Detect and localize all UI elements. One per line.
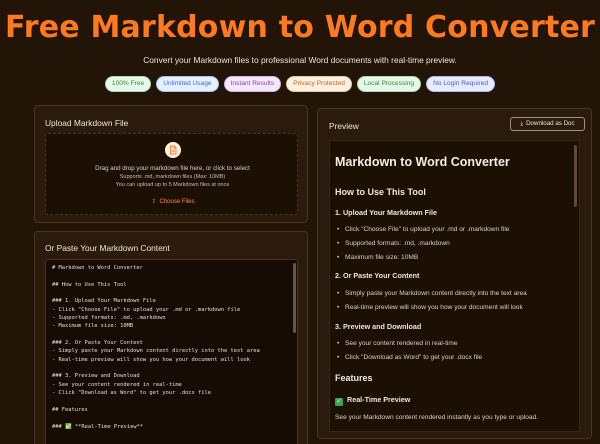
dropzone-instructions: Drag and drop your markdown file here, o…: [95, 165, 250, 172]
dropzone-supported-formats: Supports .md,.markdown files (Max: 10MB): [119, 174, 226, 180]
badge-free: 100% Free: [104, 76, 152, 92]
check-icon: ✓: [335, 398, 343, 406]
markdown-editor[interactable]: # Markdown to Word Converter ## How to Us…: [45, 259, 298, 444]
editor-line: - See your content rendered in real-time: [52, 381, 182, 388]
preview-heading-1: Markdown to Word Converter: [335, 155, 510, 169]
preview-list-item: Maximum file size: 10MB: [337, 254, 418, 261]
preview-list-item: Supported formats: .md, .markdown: [337, 240, 450, 247]
editor-content: # Markdown to Word Converter ## How to Us…: [46, 260, 297, 431]
editor-line: - Supported formats: .md, .markdown: [52, 315, 166, 322]
editor-scrollbar[interactable]: [293, 263, 296, 333]
badge-unlimited: Unlimited Usage: [156, 76, 219, 92]
file-dropzone[interactable]: Drag and drop your markdown file here, o…: [45, 133, 298, 215]
preview-pane[interactable]: Markdown to Word Converter How to Use Th…: [329, 140, 580, 432]
choose-files-button[interactable]: ⇪ Choose Files: [150, 197, 196, 208]
upload-card: Upload Markdown File Drag and drop your …: [34, 105, 308, 223]
preview-title: Preview: [329, 121, 359, 131]
preview-card: Preview ⤓ Download as Doc Markdown to Wor…: [317, 108, 592, 439]
feature-badges: 100% Free Unlimited Usage Instant Result…: [0, 76, 600, 92]
page: Free Markdown to Word Converter Convert …: [0, 0, 600, 444]
editor-line: # Markdown to Word Converter: [52, 265, 143, 271]
preview-list-item: Click "Download as Word" to get your .do…: [337, 354, 482, 361]
preview-realtime-text: See your Markdown content rendered insta…: [335, 414, 539, 421]
editor-line: - Click "Choose File" to upload your .md…: [52, 306, 241, 313]
paste-title: Or Paste Your Markdown Content: [45, 243, 170, 253]
editor-line: ### ✅ **Real-Time Preview**: [52, 423, 144, 430]
editor-line: ### 3. Preview and Download: [52, 373, 140, 380]
preview-step2-heading: 2. Or Paste Your Content: [335, 271, 420, 280]
preview-scrollbar[interactable]: [574, 145, 577, 207]
editor-line: - Real-time preview will show you how yo…: [52, 356, 250, 363]
editor-line: ## Features: [52, 406, 88, 413]
badge-local: Local Processing: [356, 76, 422, 92]
preview-realtime-heading: ✓ Real-Time Preview: [335, 395, 410, 406]
preview-realtime-label: Real-Time Preview: [347, 395, 411, 404]
editor-line: ### 1. Upload Your Markdown File: [52, 298, 156, 305]
editor-line: - Simply paste your Markdown content dir…: [52, 348, 260, 355]
dropzone-file-limit: You can upload up to 5 Markdown files at…: [115, 182, 230, 188]
preview-step1-heading: 1. Upload Your Markdown File: [335, 208, 437, 217]
badge-instant: Instant Results: [223, 76, 282, 92]
preview-heading-how-to: How to Use This Tool: [335, 187, 426, 197]
preview-features-heading: Features: [335, 373, 373, 383]
badge-no-login: No Login Required: [426, 76, 496, 92]
badge-privacy: Privacy Protected: [286, 76, 352, 92]
choose-files-label: Choose Files: [159, 199, 195, 205]
download-icon: ⤓: [520, 121, 524, 127]
preview-list-item: Click "Choose File" to upload your .md o…: [337, 226, 509, 233]
editor-line: ## How to Use This Tool: [52, 281, 127, 288]
editor-line: - Maximum file size: 10MB: [52, 323, 134, 330]
document-icon: [165, 142, 181, 158]
preview-list-item: Simply paste your Markdown content direc…: [337, 290, 527, 297]
preview-step3-heading: 3. Preview and Download: [335, 322, 422, 331]
page-subtitle: Convert your Markdown files to professio…: [143, 55, 457, 65]
editor-line: - Click "Download as Word" to get your .…: [52, 390, 212, 397]
download-label: Download as Doc: [526, 120, 575, 127]
page-title: Free Markdown to Word Converter: [4, 10, 596, 45]
upload-icon: ⇪: [151, 199, 157, 205]
upload-title: Upload Markdown File: [45, 118, 129, 128]
preview-list-item: Real-time preview will show you how your…: [337, 304, 523, 311]
paste-card: Or Paste Your Markdown Content # Markdow…: [34, 231, 308, 444]
download-doc-button[interactable]: ⤓ Download as Doc: [510, 117, 585, 131]
editor-line: ### 2. Or Paste Your Content: [52, 340, 143, 347]
preview-list-item: See your content rendered in real-time: [337, 340, 457, 347]
